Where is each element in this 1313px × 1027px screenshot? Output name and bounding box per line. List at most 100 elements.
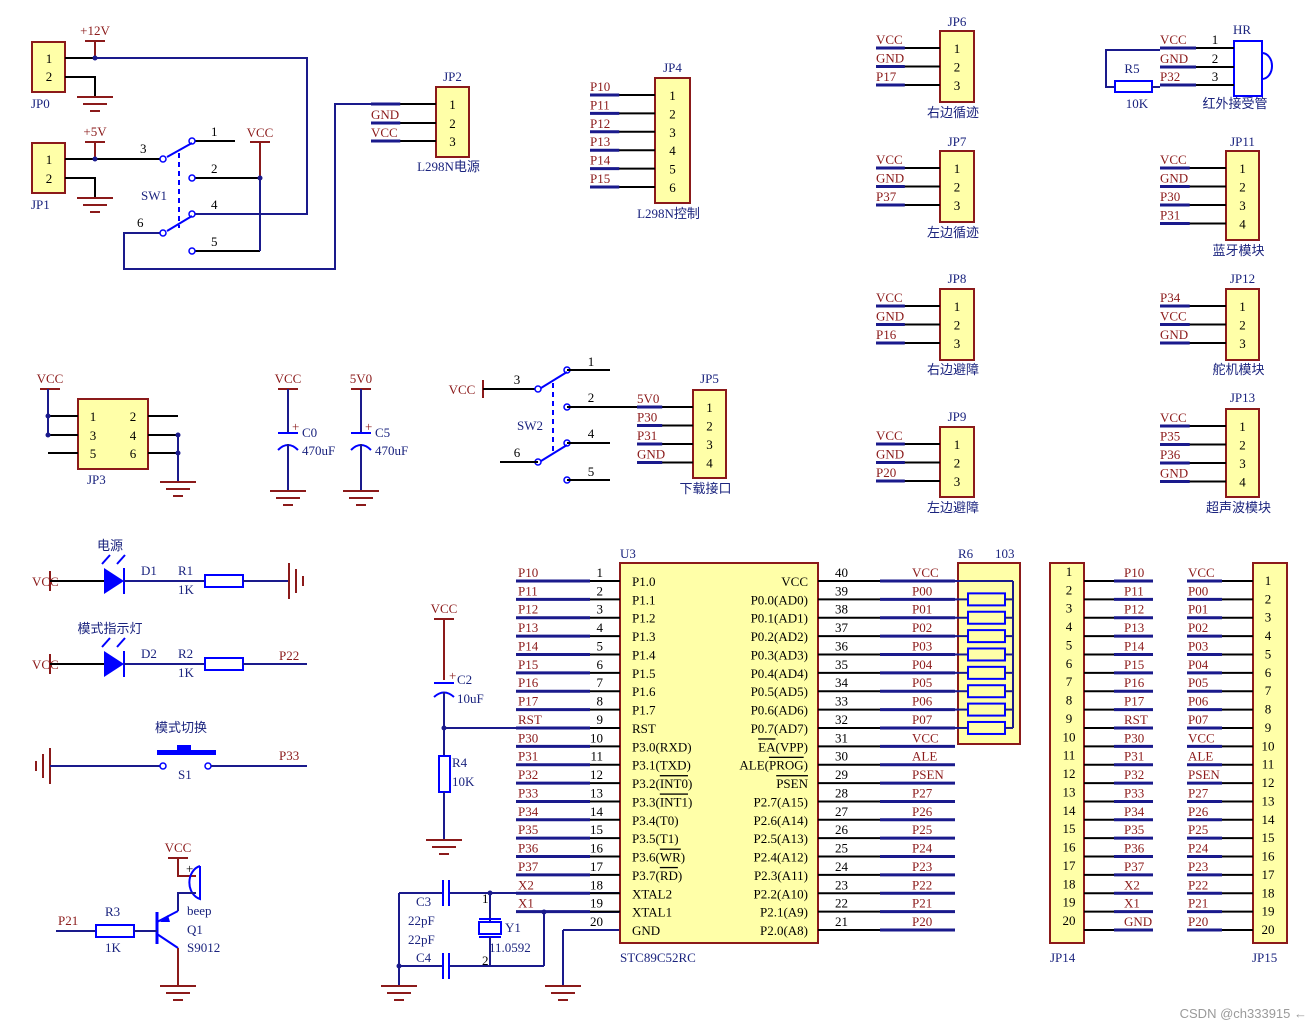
pin-number: 4	[130, 428, 137, 443]
pin-number: 6	[130, 446, 137, 461]
pin-name-part: (VPP)	[775, 739, 808, 754]
pin-name: P1.1	[632, 592, 655, 607]
net-label: P20	[1188, 914, 1208, 929]
pin-name-part: P0.1(AD1)	[751, 611, 808, 626]
net-label: GND	[637, 447, 665, 462]
pin-number: 2	[669, 106, 676, 121]
component-ref: JP5	[700, 371, 719, 386]
pin-number: 2	[130, 409, 137, 424]
led-light-arrow-icon	[101, 554, 111, 565]
pin-number: 1	[669, 88, 676, 103]
component-value: 470uF	[375, 443, 408, 458]
pin-number: 19	[590, 896, 603, 911]
led-light-arrow-icon	[101, 637, 111, 648]
pin-number: 14	[1063, 803, 1077, 818]
net-label: P36	[518, 841, 539, 856]
pin-name: P1.4	[632, 647, 656, 662]
pin-name-part: P3.1(TXD)	[632, 758, 691, 773]
net-label: GND	[876, 447, 904, 462]
pin-number: 20	[590, 914, 603, 929]
pin-name-part: P2.3(A11)	[754, 868, 808, 883]
net-label: RST	[518, 712, 542, 727]
pin-name-part: P1.4	[632, 647, 656, 662]
led-icon	[104, 568, 124, 594]
net-label: VCC	[1188, 565, 1215, 580]
pin-number: 17	[1063, 858, 1077, 873]
pin-name-part: P2.5(A13)	[753, 831, 808, 846]
wire	[65, 76, 96, 96]
net-label: P31	[637, 428, 657, 443]
pin-number: 3	[1239, 198, 1246, 213]
net-label: P22	[912, 877, 932, 892]
jp3-connector	[77, 398, 149, 470]
net-label: P25	[912, 822, 932, 837]
component-label: 下载接口	[679, 481, 731, 496]
net-label: P14	[590, 153, 611, 168]
pin-number: 1	[706, 400, 713, 415]
net-label: P00	[1188, 583, 1208, 598]
pin-number: 2	[588, 390, 595, 405]
pin-number: 38	[835, 602, 848, 617]
pin-name-part: EA	[758, 739, 776, 754]
watermark: CSDN @ch333915 ←	[1179, 1006, 1307, 1021]
net-label: P10	[590, 79, 610, 94]
label: R6	[958, 546, 974, 561]
pin-number: 12	[590, 767, 603, 782]
component-ref: JP8	[948, 271, 967, 286]
pin-number: 19	[1262, 904, 1275, 919]
pin-number: 1	[954, 161, 961, 176]
pin-number: 15	[1262, 830, 1275, 845]
pin-number: 5	[90, 446, 97, 461]
pin-number: 17	[1262, 867, 1276, 882]
net-label: P14	[518, 638, 539, 653]
label: 10uF	[457, 691, 484, 706]
pin-name: P0.7(AD7)	[751, 721, 808, 736]
pin-name-part: RST	[632, 721, 656, 736]
pin-number: 10	[1063, 729, 1076, 744]
net-label: P24	[912, 841, 933, 856]
pin-name-part: P1.3	[632, 629, 655, 644]
label: 103	[995, 546, 1015, 561]
pin-name-part: P3.6(	[632, 850, 660, 865]
pin-number: 16	[590, 841, 604, 856]
power-label: 5V0	[350, 371, 372, 386]
pin-name-part: P2.1(A9)	[760, 905, 808, 920]
pin-number: 2	[1239, 180, 1246, 195]
pin-number: 4	[597, 620, 604, 635]
label: JP1	[31, 197, 50, 212]
net-label: P07	[1188, 712, 1209, 727]
net-label: VCC	[912, 730, 939, 745]
junction-dot	[45, 413, 51, 419]
power-label-5v: +5V	[83, 124, 107, 139]
pin-number: 35	[835, 657, 848, 672]
pin-number: 4	[669, 143, 676, 158]
net-label: P21	[58, 913, 78, 928]
transistor-emitter	[156, 933, 179, 949]
pin-name-part: P0.4(AD4)	[751, 666, 808, 681]
pin-name-part: P0.6(AD6)	[751, 703, 808, 718]
net-label: P01	[1188, 602, 1208, 617]
section-title: 电源	[97, 538, 123, 553]
wire	[95, 57, 308, 215]
component-ref: JP13	[1230, 390, 1255, 405]
switch-contact	[204, 762, 212, 770]
wire	[65, 177, 96, 197]
pin-number: 2	[482, 953, 489, 968]
pin-number: 25	[835, 841, 848, 856]
net-label: P36	[1160, 447, 1181, 462]
label: R4	[452, 755, 468, 770]
label: R3	[105, 904, 120, 919]
net-label: GND	[1160, 171, 1188, 186]
pin-number: 10	[1262, 738, 1275, 753]
pin-number: 39	[835, 583, 848, 598]
resistor	[204, 657, 244, 671]
net-label: P34	[518, 804, 539, 819]
pin-name: EA(VPP)	[758, 739, 808, 754]
pin-number: 2	[1212, 51, 1219, 66]
pin-number: 11	[1262, 757, 1275, 772]
net-label: VCC	[1160, 410, 1187, 425]
pin-number: 5	[1265, 646, 1272, 661]
net-label: VCC	[876, 290, 903, 305]
label: U3	[620, 546, 636, 561]
net-label: P10	[518, 565, 538, 580]
